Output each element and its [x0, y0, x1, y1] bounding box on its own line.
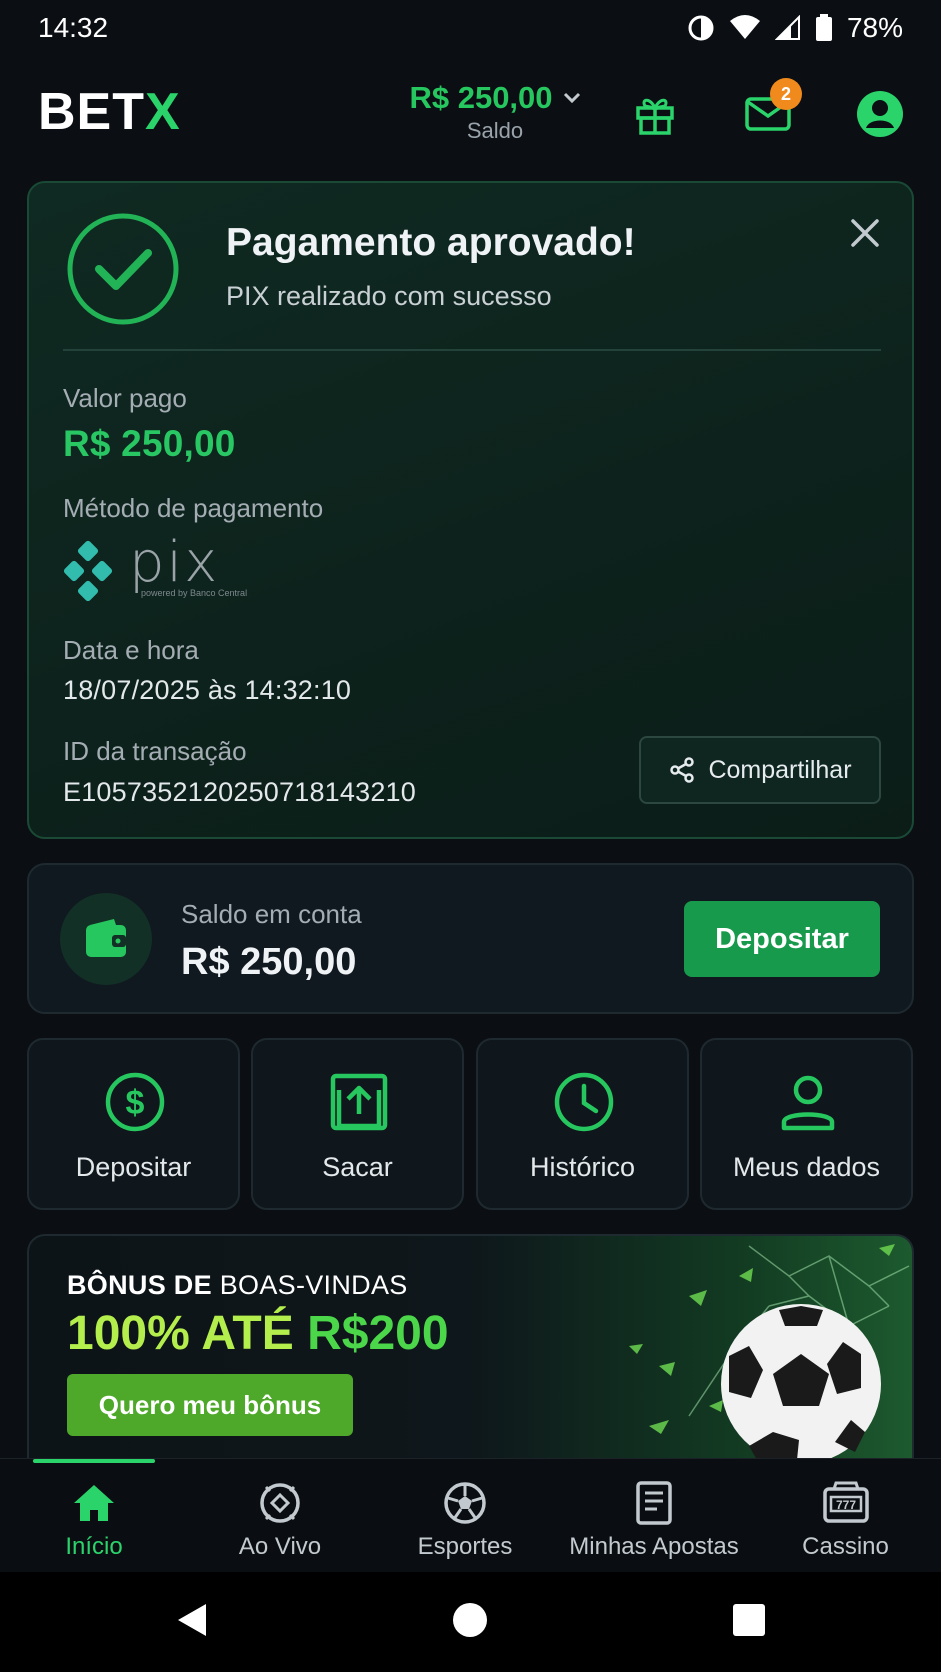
chevron-down-icon — [563, 92, 580, 104]
wallet-icon — [86, 919, 126, 957]
gift-button[interactable] — [627, 86, 683, 142]
gift-icon — [636, 98, 674, 135]
status-time: 14:32 — [38, 12, 109, 43]
soccer-ball-illustration — [629, 1244, 910, 1458]
share-label: Compartilhar — [708, 755, 852, 784]
pix-logo-text: pix — [129, 530, 220, 595]
messages-button[interactable]: 2 — [740, 78, 802, 142]
status-icons: 78% — [687, 12, 903, 44]
payment-subtitle: PIX realizado com sucesso — [226, 281, 552, 311]
amount-label: Valor pago — [63, 383, 187, 413]
txid-value: E10573521202507181432​10 — [63, 777, 416, 807]
recents-icon[interactable] — [729, 1600, 769, 1640]
quick-action-history[interactable]: Histórico — [476, 1038, 689, 1210]
payment-title: Pagamento aprovado! — [226, 221, 636, 264]
user-icon — [781, 1075, 835, 1131]
nav-item-cassino[interactable]: 777 Cassino — [750, 1459, 941, 1573]
promo-line1-bold: BÔNUS DE — [67, 1270, 212, 1300]
quick-action-my-data[interactable]: Meus dados — [700, 1038, 913, 1210]
quick-action-deposit[interactable]: $ Depositar — [27, 1038, 240, 1210]
nav-item-minhas-apostas[interactable]: Minhas Apostas — [558, 1459, 750, 1573]
balance-amount: R$ 250,00 — [409, 80, 553, 115]
nav-item-inicio[interactable]: Início — [0, 1459, 188, 1573]
quick-action-label: Histórico — [529, 1152, 636, 1182]
quick-action-label: Sacar — [322, 1152, 393, 1182]
pix-logo-caption: powered by Banco Central — [141, 588, 248, 598]
share-icon — [670, 757, 695, 783]
promo-line2-b: R$200 — [307, 1307, 449, 1360]
profile-button[interactable] — [852, 86, 908, 142]
back-icon[interactable] — [172, 1600, 212, 1640]
balance-dropdown[interactable]: R$ 250,00 Saldo — [395, 80, 595, 144]
nav-label: Início — [65, 1533, 123, 1560]
soccer-ball-icon — [444, 1482, 486, 1524]
logo-accent: X — [145, 83, 181, 141]
payment-approved-card: Pagamento aprovado! PIX realizado com su… — [27, 181, 914, 839]
deposit-button[interactable]: Depositar — [684, 901, 880, 977]
welcome-bonus-banner[interactable]: BÔNUS DE BOAS-VINDAS 100% ATÉ R$200 Quer… — [27, 1234, 914, 1458]
battery-percent: 78% — [846, 12, 903, 43]
battery-icon — [815, 14, 832, 41]
svg-text:777: 777 — [835, 1498, 855, 1512]
quick-action-label: Meus dados — [732, 1152, 881, 1182]
promo-line1: BÔNUS DE BOAS-VINDAS — [67, 1270, 408, 1301]
promo-line1-thin: BOAS-VINDAS — [211, 1270, 408, 1300]
nav-item-ao-vivo[interactable]: Ao Vivo — [188, 1459, 372, 1573]
live-icon — [260, 1483, 300, 1523]
promo-line2: 100% ATÉ R$200 — [67, 1306, 449, 1361]
bottom-nav: Início Ao Vivo Esportes Minhas Apostas 7… — [0, 1458, 941, 1572]
upload-icon — [330, 1073, 388, 1131]
share-button[interactable]: Compartilhar — [639, 736, 881, 804]
nav-label: Esportes — [417, 1533, 513, 1560]
app-header: BETX R$ 250,00 Saldo 2 — [0, 72, 941, 156]
close-icon[interactable] — [847, 215, 883, 251]
method-label: Método de pagamento — [63, 493, 324, 523]
pix-diamond-icon — [63, 540, 113, 602]
system-nav-bar — [0, 1572, 941, 1672]
home-icon — [74, 1485, 114, 1521]
datetime-label: Data e hora — [63, 635, 199, 665]
check-circle-icon — [67, 213, 179, 325]
quick-action-withdraw[interactable]: Sacar — [251, 1038, 464, 1210]
balance-amount-row: R$ 250,00 — [409, 80, 580, 116]
quick-action-label: Depositar — [75, 1152, 192, 1182]
signal-icon — [774, 15, 800, 40]
account-balance-label: Saldo em conta — [181, 899, 362, 929]
amount-value: R$ 250,00 — [63, 423, 236, 464]
home-circle-icon[interactable] — [450, 1600, 490, 1640]
nav-label: Cassino — [802, 1533, 889, 1560]
notification-badge: 2 — [770, 78, 802, 110]
txid-label: ID da transação — [63, 736, 247, 766]
pix-logo: pix powered by Banco Central — [63, 530, 253, 606]
datetime-value: 18/07/2025 às 14:32:10 — [63, 675, 352, 705]
divider — [63, 349, 881, 351]
status-bar: 14:32 78% — [0, 0, 941, 56]
account-icon — [857, 91, 903, 137]
dollar-icon: $ — [105, 1072, 165, 1132]
svg-text:$: $ — [126, 1084, 145, 1122]
nav-label: Ao Vivo — [238, 1533, 322, 1560]
promo-line2-a: 100% ATÉ — [67, 1307, 308, 1360]
wifi-icon — [729, 15, 760, 39]
data-saver-icon — [688, 15, 714, 41]
account-balance-card: Saldo em conta R$ 250,00 Depositar — [27, 863, 914, 1014]
wallet-badge — [60, 893, 152, 985]
balance-label: Saldo — [466, 118, 524, 143]
nav-label: Minhas Apostas — [569, 1533, 739, 1560]
slot-machine-icon: 777 — [822, 1481, 869, 1523]
nav-item-esportes[interactable]: Esportes — [372, 1459, 558, 1573]
ticket-icon — [636, 1481, 672, 1525]
betx-logo[interactable]: BETX — [38, 82, 181, 142]
account-balance-value: R$ 250,00 — [181, 941, 357, 983]
logo-text: BET — [38, 83, 145, 141]
clock-icon — [554, 1072, 614, 1132]
claim-bonus-button[interactable]: Quero meu bônus — [67, 1374, 353, 1436]
